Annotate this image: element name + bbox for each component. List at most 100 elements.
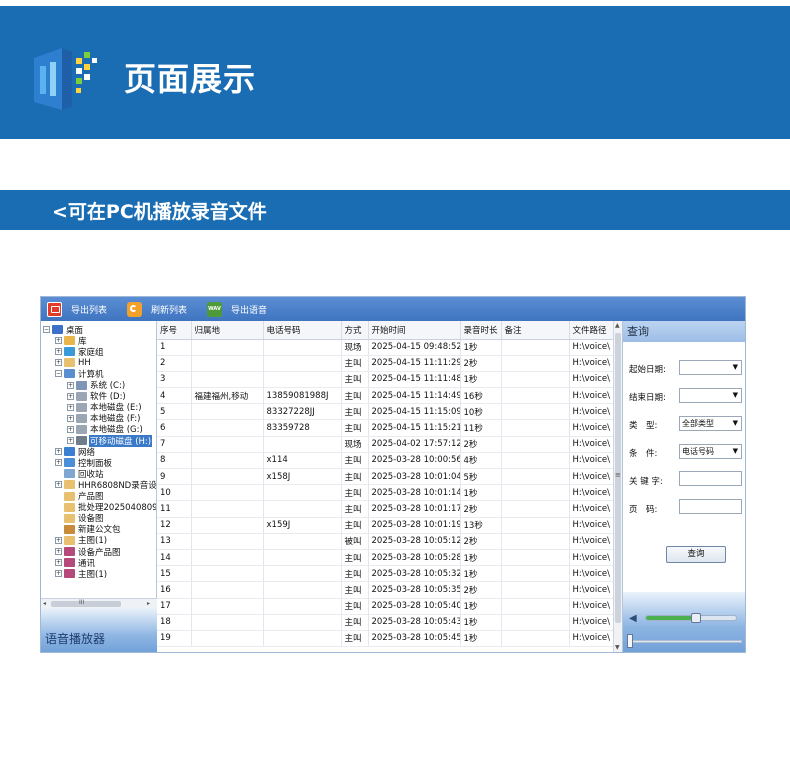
tree-item[interactable]: + 软件 (D:) (67, 391, 127, 402)
app-window: 导出列表 刷新列表 WAV 导出语音 − 桌面 + 库 + 家庭组 + HH − 计算机 + 系统 (… (40, 296, 746, 653)
column-header[interactable]: 录音时长 (460, 321, 502, 340)
table-row[interactable]: 7 现场 2025-04-02 17:57:12 2秒 H:\voice\ (157, 436, 614, 453)
expand-icon[interactable]: + (67, 392, 74, 400)
table-row[interactable]: 10 主叫 2025-03-28 10:01:14 1秒 H:\voice\ (157, 484, 614, 502)
column-header[interactable]: 电话号码 (263, 321, 342, 340)
expand-icon[interactable]: + (55, 459, 62, 467)
volume-slider[interactable] (645, 613, 737, 623)
expand-icon[interactable]: + (67, 425, 74, 433)
table-row[interactable]: 3 主叫 2025-04-15 11:11:48 1秒 H:\voice\ (157, 371, 614, 389)
tree-item[interactable]: + 本地磁盘 (G:) (67, 424, 144, 435)
tree-item[interactable]: + 家庭组 (55, 346, 105, 358)
table-row[interactable]: 2 主叫 2025-04-15 11:11:29 2秒 H:\voice\ (157, 355, 614, 372)
expand-icon[interactable]: + (55, 559, 62, 567)
table-cell (501, 371, 570, 389)
column-header[interactable]: 归属地 (191, 321, 264, 340)
tree-item[interactable]: + 通讯 (55, 557, 96, 569)
tree-item[interactable]: + 网络 (55, 446, 96, 458)
refresh-icon (127, 301, 142, 317)
keyword-input[interactable] (679, 471, 742, 486)
tree-item[interactable]: 新建公文包 (55, 524, 122, 535)
table-row[interactable]: 14 主叫 2025-03-28 10:05:28 1秒 H:\voice\ (157, 549, 614, 567)
type-select[interactable]: 全部类型 ▼ (679, 416, 742, 431)
archive-icon (64, 558, 75, 568)
table-row[interactable]: 11 主叫 2025-03-28 10:01:17 2秒 H:\voice\ (157, 500, 614, 518)
collapse-icon[interactable]: − (55, 370, 62, 378)
column-header[interactable]: 方式 (341, 321, 369, 340)
expand-icon[interactable]: + (55, 448, 62, 456)
table-row[interactable]: 17 主叫 2025-03-28 10:05:40 1秒 H:\voice\ (157, 598, 614, 615)
tree-item[interactable]: + 主图(1) (55, 568, 108, 580)
expand-icon[interactable]: + (55, 348, 62, 356)
scroll-left-icon[interactable]: ◂ (43, 600, 46, 607)
table-row[interactable]: 4 福建福州,移动 13859081988J 主叫 2025-04-15 11:14:4… (157, 387, 614, 405)
page-input[interactable] (679, 499, 742, 514)
start-date-picker[interactable]: ▼ (679, 360, 742, 375)
expand-icon[interactable]: + (55, 570, 62, 578)
expand-icon[interactable]: + (67, 414, 74, 422)
column-header[interactable]: 序号 (157, 321, 192, 340)
collapse-icon[interactable]: − (43, 326, 50, 333)
table-row[interactable]: 18 主叫 2025-03-28 10:05:43 1秒 H:\voice\ (157, 614, 614, 631)
table-row[interactable]: 6 83359728 主叫 2025-04-15 11:15:21 11秒 H:\voic… (157, 419, 614, 437)
computer-icon (64, 369, 75, 379)
table-row[interactable]: 1 现场 2025-04-15 09:48:52 1秒 H:\voice\ (157, 339, 614, 356)
tree-item[interactable]: − 计算机 (55, 368, 105, 380)
scroll-up-icon[interactable]: ▲ (615, 322, 620, 329)
tree-item[interactable]: + 可移动磁盘 (H:) (67, 434, 153, 447)
column-header[interactable]: 备注 (501, 321, 570, 340)
scroll-thumb[interactable] (51, 601, 121, 607)
expand-icon[interactable]: + (67, 403, 74, 411)
tree-item[interactable]: + 本地磁盘 (E:) (67, 402, 143, 413)
table-row[interactable]: 19 主叫 2025-03-28 10:05:45 1秒 H:\voice\ (157, 630, 614, 648)
table-row[interactable]: 16 主叫 2025-03-28 10:05:35 2秒 H:\voice\ (157, 581, 614, 599)
tree-item[interactable]: − 桌面 (43, 324, 84, 336)
scroll-right-icon[interactable]: ▸ (147, 600, 150, 607)
table-row[interactable]: 9 x158J 主叫 2025-03-28 10:01:04 5秒 H:\voice\ (157, 468, 614, 486)
expand-icon[interactable]: + (55, 481, 62, 489)
table-cell: 4秒 (460, 452, 502, 470)
tree-item[interactable]: + HH (55, 357, 92, 368)
table-row[interactable]: 13 被叫 2025-03-28 10:05:12 2秒 H:\voice\ (157, 533, 614, 550)
expand-icon[interactable]: + (55, 536, 62, 544)
export-list-button[interactable]: 导出列表 (47, 300, 107, 318)
folder-tree[interactable]: − 桌面 + 库 + 家庭组 + HH − 计算机 + 系统 (C:) + 软件 (D:) + 本地磁盘 (E… (41, 321, 157, 598)
column-header[interactable]: 开始时间 (368, 321, 461, 340)
end-date-picker[interactable]: ▼ (679, 388, 742, 403)
column-header[interactable]: 文件路径 (569, 321, 614, 340)
tree-item[interactable]: + 系统 (C:) (67, 380, 126, 391)
table-row[interactable]: 15 主叫 2025-03-28 10:05:32 1秒 H:\voice\ (157, 565, 614, 583)
table-row[interactable]: 5 83327228JJ 主叫 2025-04-15 11:15:09 10秒 H:\vo… (157, 403, 614, 421)
export-voice-button[interactable]: WAV 导出语音 (207, 300, 267, 318)
tree-item[interactable]: + 设备产品图 (55, 546, 122, 558)
expand-icon[interactable]: + (67, 381, 74, 389)
volume-thumb[interactable] (690, 613, 701, 623)
tree-item[interactable]: + HHR6808ND录音设 (55, 479, 156, 491)
table-row[interactable]: 12 x159J 主叫 2025-03-28 10:01:19 13秒 H:\voice\ (157, 517, 614, 534)
table-cell (501, 452, 570, 470)
tree-item[interactable]: + 控制面板 (55, 457, 113, 469)
tree-item[interactable]: 设备图 (55, 513, 105, 524)
table-vertical-scrollbar[interactable]: ▲ ≡ ▼ (613, 321, 622, 652)
expand-icon[interactable]: + (55, 548, 62, 555)
search-button[interactable]: 查询 (666, 546, 726, 563)
expand-icon[interactable]: + (55, 359, 62, 367)
refresh-list-button[interactable]: 刷新列表 (127, 300, 187, 318)
expand-icon[interactable]: + (55, 337, 62, 345)
wav-file-icon: WAV (207, 301, 222, 317)
seek-thumb[interactable] (627, 634, 633, 648)
expand-icon[interactable]: + (67, 437, 74, 444)
tree-item[interactable]: + 主图(1) (55, 535, 108, 546)
scroll-down-icon[interactable]: ▼ (615, 644, 620, 651)
table-row[interactable]: 8 x114 主叫 2025-03-28 10:00:56 4秒 H:\voice\ (157, 452, 614, 470)
seek-slider[interactable] (629, 640, 742, 643)
tree-item[interactable]: + 本地磁盘 (F:) (67, 413, 141, 424)
condition-select[interactable]: 电话号码 ▼ (679, 444, 742, 459)
tree-item[interactable]: 回收站 (55, 468, 105, 480)
tree-item[interactable]: 产品图 (55, 491, 105, 502)
tree-horizontal-scrollbar[interactable]: ◂ III ▸ (41, 598, 157, 608)
table-cell: 2秒 (460, 355, 502, 372)
tree-item[interactable]: 批处理20250408092 (55, 502, 156, 513)
tree-item[interactable]: + 库 (55, 335, 88, 347)
speaker-icon[interactable]: ◀ (629, 613, 637, 624)
